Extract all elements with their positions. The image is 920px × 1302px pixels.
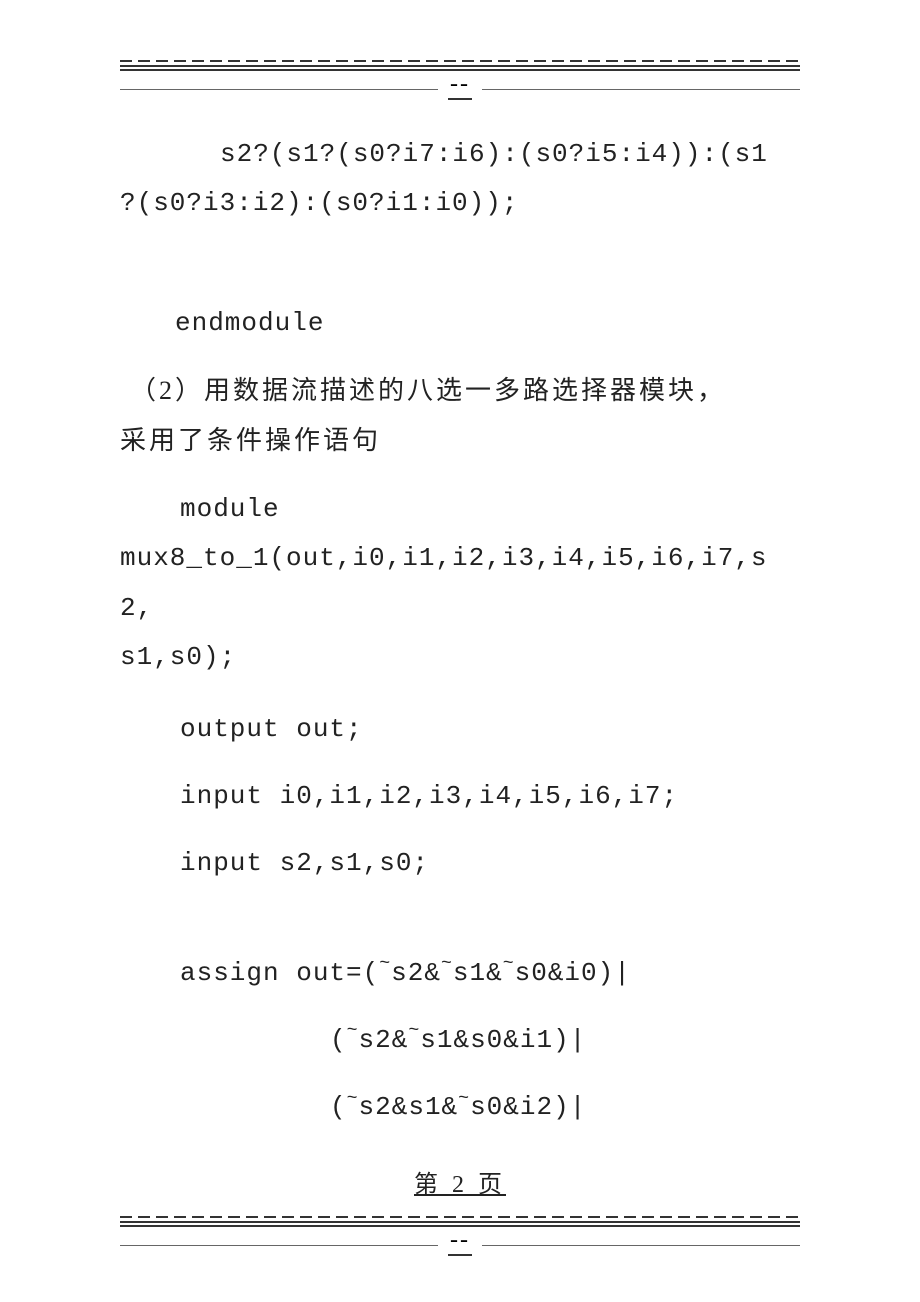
top-marker: -- bbox=[448, 71, 472, 100]
line-segment-left-bottom bbox=[120, 1245, 438, 1246]
dashed-rule-bottom bbox=[120, 1216, 800, 1218]
assign-line-3: (~s2&s1&~s0&i2)| bbox=[120, 1083, 800, 1132]
code-fragment-line2: ?(s0?i3:i2):(s0?i1:i0)); bbox=[120, 179, 800, 228]
line-segment-right-bottom bbox=[482, 1245, 800, 1246]
document-content: s2?(s1?(s0?i7:i6):(s0?i5:i4)):(s1 ?(s0?i… bbox=[120, 130, 800, 1208]
input-declaration-1: input i0,i1,i2,i3,i4,i5,i6,i7; bbox=[120, 772, 800, 821]
input-declaration-2: input s2,s1,s0; bbox=[120, 839, 800, 888]
code-fragment-line1: s2?(s1?(s0?i7:i6):(s0?i5:i4)):(s1 bbox=[120, 130, 800, 179]
endmodule-line: endmodule bbox=[120, 299, 800, 348]
output-declaration: output out; bbox=[120, 705, 800, 754]
module-declaration-line2: s1,s0); bbox=[120, 633, 800, 682]
line-segment-left bbox=[120, 89, 438, 90]
module-declaration-line1: mux8_to_1(out,i0,i1,i2,i3,i4,i5,i6,i7,s2… bbox=[120, 534, 800, 633]
top-divider: -- bbox=[120, 60, 800, 100]
line-segment-right bbox=[482, 89, 800, 90]
split-line-bottom: -- bbox=[120, 1227, 800, 1256]
dashed-rule-top bbox=[120, 60, 800, 62]
module-keyword: module bbox=[120, 485, 800, 534]
bottom-marker: -- bbox=[448, 1227, 472, 1256]
split-line-top: -- bbox=[120, 71, 800, 100]
page-number: 第 2 页 bbox=[120, 1163, 800, 1209]
assign-line-2: (~s2&~s1&s0&i1)| bbox=[120, 1016, 800, 1065]
bottom-divider: -- bbox=[120, 1216, 800, 1256]
description-line1: （2）用数据流描述的八选一多路选择器模块， bbox=[120, 366, 800, 415]
description-line2: 采用了条件操作语句 bbox=[120, 416, 800, 465]
assign-line-1: assign out=(~s2&~s1&~s0&i0)| bbox=[120, 949, 800, 998]
